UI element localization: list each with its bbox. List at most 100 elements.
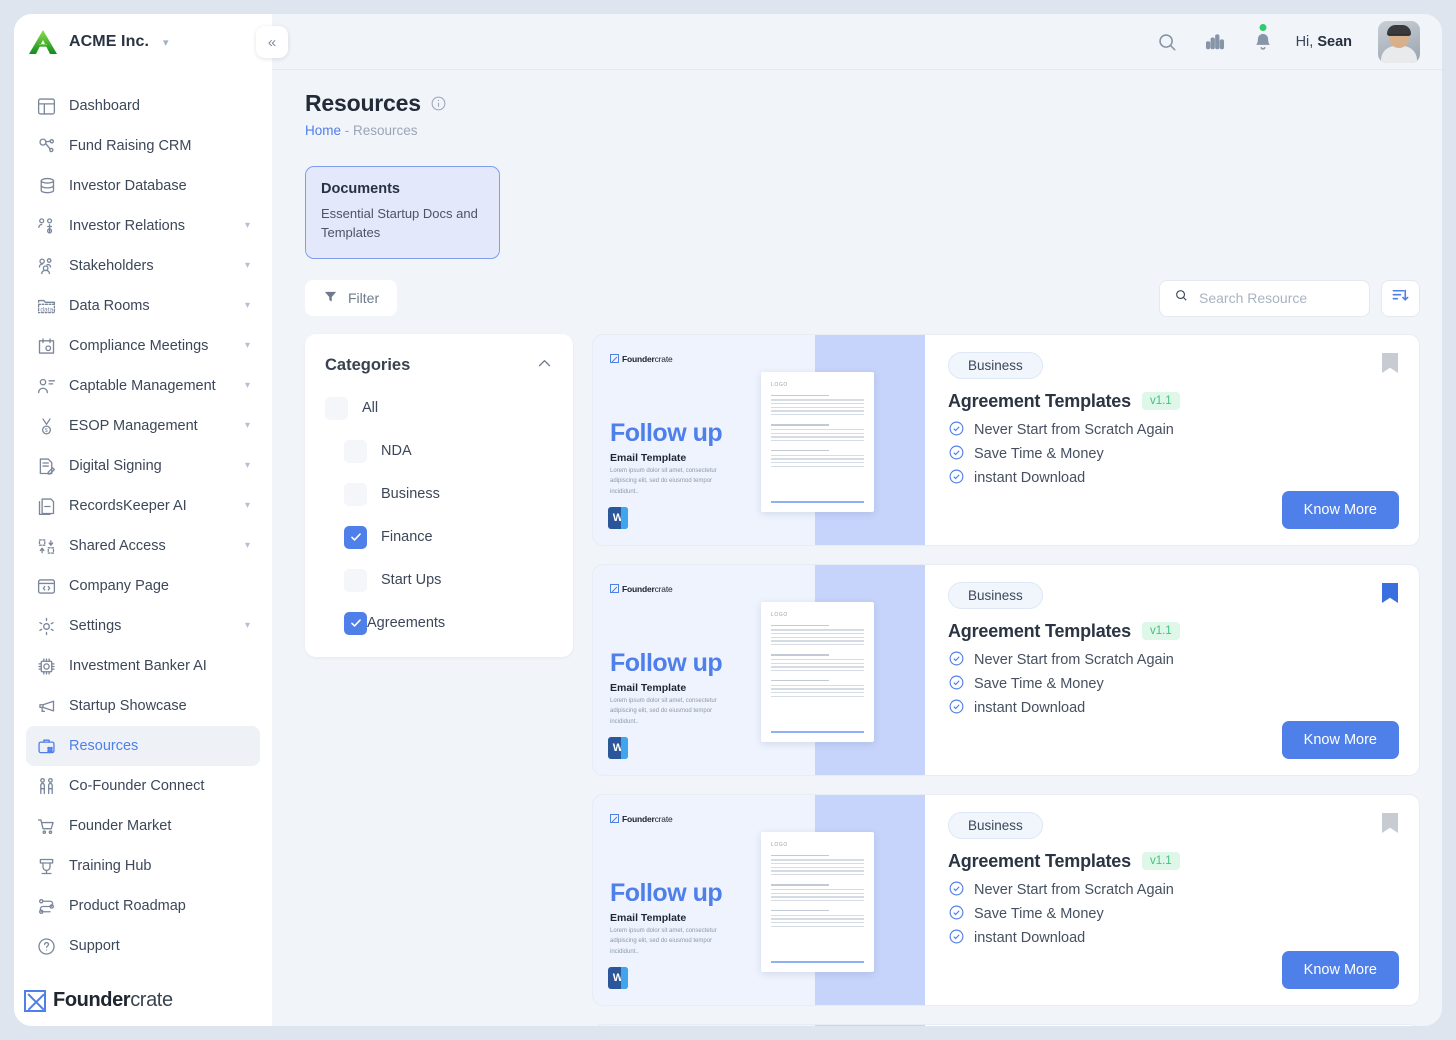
chevron-up-icon[interactable] [536, 355, 553, 377]
thumbnail-document-preview: LOGO [761, 371, 874, 512]
sidebar-item-investor-relations[interactable]: Investor Relations ▾ [26, 206, 260, 246]
category-row-start-ups[interactable]: Start Ups [325, 568, 553, 592]
doc-lines-group [771, 910, 864, 927]
sidebar-item-dashboard[interactable]: Dashboard [26, 86, 260, 126]
search-icon[interactable] [1156, 31, 1178, 53]
gear-icon [36, 616, 57, 637]
resource-card[interactable]: Foundercrate Follow up Email Template Lo… [592, 333, 1420, 546]
sidebar-item-training-hub[interactable]: Training Hub [26, 846, 260, 886]
main-area: Hi, Sean Resources Home - Resources Docu… [272, 14, 1442, 1026]
bar-chart-icon[interactable] [1204, 31, 1226, 53]
chevron-down-icon[interactable]: ▾ [245, 421, 250, 431]
info-icon[interactable] [430, 95, 447, 112]
resource-card[interactable]: Foundercrate Follow up Email Template Lo… [592, 793, 1420, 1006]
checkbox-nda[interactable] [344, 439, 367, 463]
sidebar-collapse-button[interactable]: « [256, 26, 288, 58]
sort-button[interactable] [1381, 279, 1420, 317]
know-more-button[interactable]: Know More [1281, 490, 1399, 529]
page-content: Resources Home - Resources Documents Ess… [272, 70, 1442, 1026]
bookmark-icon[interactable] [1381, 582, 1399, 609]
checkbox-business[interactable] [344, 482, 367, 506]
check-circle-icon [948, 650, 965, 671]
sidebar-item-support[interactable]: Support [26, 926, 260, 966]
know-more-button[interactable]: Know More [1281, 720, 1399, 759]
page-header: Resources [305, 90, 1420, 117]
sidebar-item-label: Support [69, 938, 120, 954]
sidebar-item-label: Startup Showcase [69, 698, 187, 714]
category-row-nda[interactable]: NDA [325, 439, 553, 463]
resource-card-body: Business Agreement Templates v1.1 Never … [925, 335, 1419, 545]
checkbox-agreements[interactable] [344, 611, 367, 635]
sidebar-item-label: Captable Management [69, 378, 216, 394]
resource-card[interactable]: Foundercrate Follow up Email Template Lo… [592, 563, 1420, 776]
sidebar-item-digital-signing[interactable]: Digital Signing ▾ [26, 446, 260, 486]
thumbnail-brand-text: Foundercrate [622, 354, 673, 364]
category-row-finance[interactable]: Finance [325, 525, 553, 549]
sidebar-item-settings[interactable]: Settings ▾ [26, 606, 260, 646]
chevron-down-icon[interactable]: ▾ [245, 341, 250, 351]
sidebar-item-startup-showcase[interactable]: Startup Showcase [26, 686, 260, 726]
doc-lines-group [771, 654, 864, 672]
sidebar-item-fund-raising-crm[interactable]: Fund Raising CRM [26, 126, 260, 166]
chevron-down-icon[interactable]: ▾ [245, 221, 250, 231]
search-resource-box[interactable] [1159, 279, 1370, 317]
bookmark-icon[interactable] [1381, 812, 1399, 839]
checkbox-finance[interactable] [344, 525, 367, 549]
sidebar-item-resources[interactable]: Resources [26, 726, 260, 766]
feature-label: Save Time & Money [974, 446, 1104, 463]
thumbnail-body: Lorem ipsum dolor sit amet, consectetur … [610, 927, 717, 955]
search-input[interactable] [1199, 290, 1355, 307]
chevron-down-icon[interactable]: ▾ [245, 621, 250, 631]
chevron-down-icon[interactable]: ▾ [245, 501, 250, 511]
sidebar-item-recordskeeper-ai[interactable]: RecordsKeeper AI ▾ [26, 486, 260, 526]
chevron-down-icon[interactable]: ▾ [245, 261, 250, 271]
filter-button[interactable]: Filter [305, 280, 398, 317]
sidebar-item-label: Co-Founder Connect [69, 778, 205, 794]
word-file-icon: W [608, 966, 628, 989]
sidebar-item-stakeholders[interactable]: Stakeholders ▾ [26, 246, 260, 286]
sidebar-item-data-rooms[interactable]: data Data Rooms ▾ [26, 286, 260, 326]
thumbnail-subhead: Email Template [610, 681, 687, 694]
sidebar-item-co-founder-connect[interactable]: Co-Founder Connect [26, 766, 260, 806]
chevron-down-icon[interactable]: ▾ [245, 541, 250, 551]
categories-header[interactable]: Categories [325, 355, 553, 377]
resource-card-body: Business Agreement Templates v1.1 Never … [925, 795, 1419, 1005]
documents-category-card[interactable]: Documents Essential Startup Docs and Tem… [305, 166, 500, 259]
bookmark-icon[interactable] [1381, 352, 1399, 379]
feature-label: instant Download [974, 930, 1086, 947]
doc-lines-group [771, 424, 864, 442]
breadcrumb-home[interactable]: Home [305, 123, 341, 138]
sidebar-item-captable-management[interactable]: Captable Management ▾ [26, 366, 260, 406]
sidebar-item-shared-access[interactable]: Shared Access ▾ [26, 526, 260, 566]
category-row-all[interactable]: All [325, 396, 553, 420]
feature-item: Never Start from Scratch Again [948, 420, 1399, 441]
know-more-button[interactable]: Know More [1281, 950, 1399, 989]
resource-card[interactable]: Foundercrate Follow up Email Template Lo… [592, 1023, 1420, 1026]
category-row-business[interactable]: Business [325, 482, 553, 506]
sidebar-item-investment-banker-ai[interactable]: Investment Banker AI [26, 646, 260, 686]
feature-label: Never Start from Scratch Again [974, 652, 1174, 669]
doc-lines-group [771, 680, 864, 697]
checkbox-all[interactable] [325, 396, 348, 420]
category-row-agreements[interactable]: Agreements [325, 611, 553, 635]
sidebar-item-label: Founder Market [69, 818, 172, 834]
chevron-down-icon[interactable]: ▾ [245, 381, 250, 391]
sidebar-item-investor-database[interactable]: Investor Database [26, 166, 260, 206]
sidebar-item-founder-market[interactable]: Founder Market [26, 806, 260, 846]
chevron-down-icon[interactable]: ▾ [163, 36, 169, 49]
resource-title: Agreement Templates [948, 850, 1131, 871]
thumbnail-page [593, 1024, 815, 1026]
checkbox-start-ups[interactable] [344, 568, 367, 592]
resource-title: Agreement Templates [948, 620, 1131, 641]
bell-icon[interactable] [1252, 23, 1274, 53]
sidebar-item-esop-management[interactable]: $ ESOP Management ▾ [26, 406, 260, 446]
sidebar-item-product-roadmap[interactable]: Product Roadmap [26, 886, 260, 926]
avatar[interactable] [1378, 20, 1420, 63]
greeting: Hi, Sean [1296, 34, 1352, 50]
chevron-down-icon[interactable]: ▾ [245, 301, 250, 311]
brand-switcher[interactable]: ACME Inc. ▾ [14, 14, 272, 70]
sidebar-item-company-page[interactable]: Company Page [26, 566, 260, 606]
chevron-down-icon[interactable]: ▾ [245, 461, 250, 471]
feature-list: Never Start from Scratch Again Save Time… [948, 420, 1399, 489]
sidebar-item-compliance-meetings[interactable]: Compliance Meetings ▾ [26, 326, 260, 366]
